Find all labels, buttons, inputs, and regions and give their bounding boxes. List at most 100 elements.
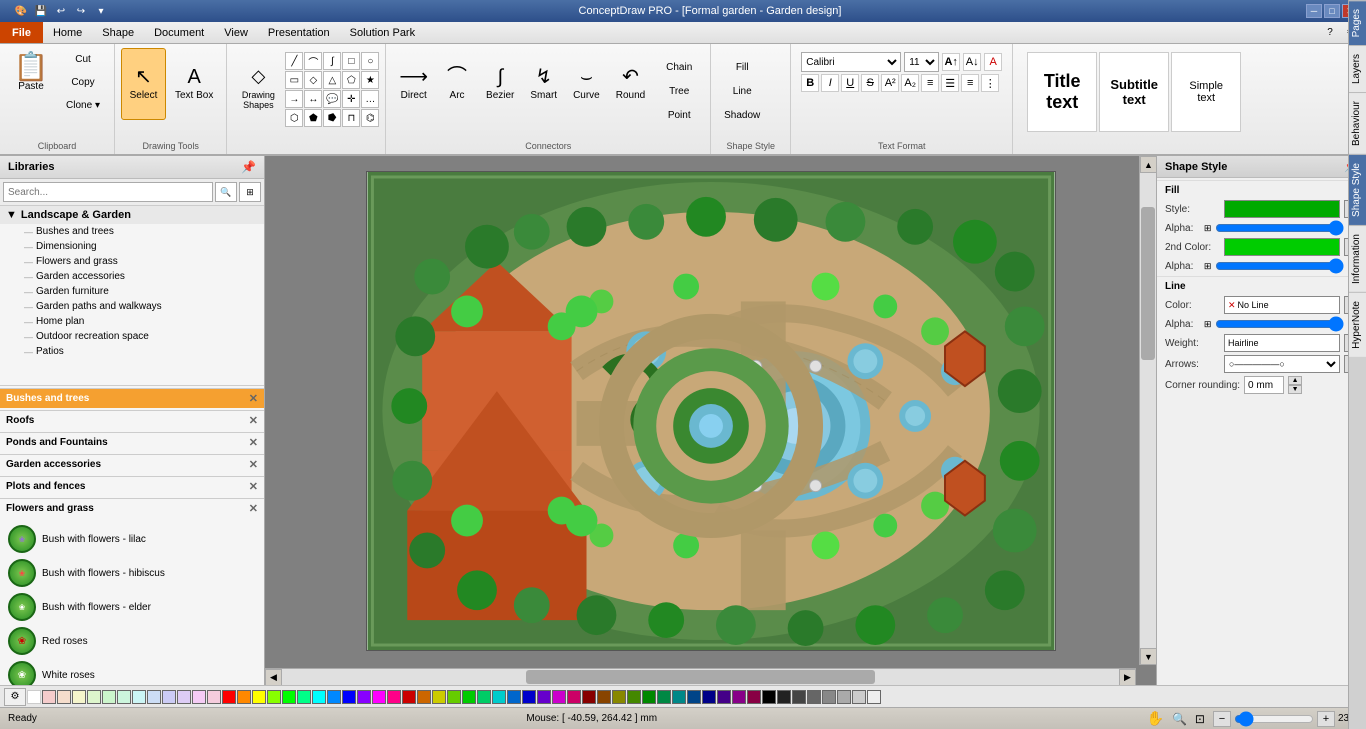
tree-item-8[interactable]: Patios (0, 344, 264, 359)
swatch-9[interactable] (162, 690, 176, 704)
library-search-input[interactable] (3, 182, 213, 202)
paste-button[interactable]: 📋 Paste (6, 48, 56, 120)
second-alpha-slider[interactable] (1215, 261, 1344, 271)
palette-settings-btn[interactable]: ⚙ (4, 688, 26, 706)
font-size-select[interactable]: 11 (904, 52, 939, 72)
bold-btn[interactable]: B (801, 74, 819, 92)
shape-pentagon[interactable]: ⬠ (342, 71, 360, 89)
menu-view[interactable]: View (214, 22, 258, 43)
swatch-0[interactable] (27, 690, 41, 704)
shape-rect[interactable]: □ (342, 52, 360, 70)
menu-home[interactable]: Home (43, 22, 92, 43)
qa-dropdown[interactable]: ▾ (92, 2, 110, 20)
category-close-flowers[interactable]: ✕ (249, 502, 258, 515)
swatch-30[interactable] (477, 690, 491, 704)
corner-spin-down[interactable]: ▼ (1288, 385, 1302, 394)
swatch-17[interactable] (282, 690, 296, 704)
swatch-55[interactable] (852, 690, 866, 704)
list-item-1[interactable]: ❀ Bush with flowers - hibiscus (4, 556, 260, 590)
shape-line[interactable]: ╱ (285, 52, 303, 70)
swatch-10[interactable] (177, 690, 191, 704)
list-item-3[interactable]: ❀ Red roses (4, 624, 260, 658)
swatch-2[interactable] (57, 690, 71, 704)
swatch-52[interactable] (807, 690, 821, 704)
menu-shape[interactable]: Shape (92, 22, 144, 43)
swatch-23[interactable] (372, 690, 386, 704)
swatch-42[interactable] (657, 690, 671, 704)
strikethrough-btn[interactable]: S (861, 74, 879, 92)
align-left-btn[interactable]: ≡ (921, 74, 939, 92)
shape-ellipse[interactable]: ○ (361, 52, 379, 70)
swatch-5[interactable] (102, 690, 116, 704)
shape-arc[interactable]: ⌒ (304, 52, 322, 70)
tree-root[interactable]: ▼ Landscape & Garden (0, 206, 264, 224)
clone-button[interactable]: Clone ▾ (58, 94, 108, 116)
maximize-btn[interactable]: □ (1324, 4, 1340, 18)
swatch-24[interactable] (387, 690, 401, 704)
category-close-garden[interactable]: ✕ (249, 458, 258, 471)
list-item-0[interactable]: ❀ Bush with flowers - lilac (4, 522, 260, 556)
shape-p4[interactable]: ⊓ (342, 109, 360, 127)
menu-presentation[interactable]: Presentation (258, 22, 340, 43)
swatch-25[interactable] (402, 690, 416, 704)
swatch-20[interactable] (327, 690, 341, 704)
menu-solutionpark[interactable]: Solution Park (340, 22, 425, 43)
swatch-46[interactable] (717, 690, 731, 704)
line-color-box[interactable]: ✕ No Line (1224, 296, 1340, 314)
category-close-ponds[interactable]: ✕ (249, 436, 258, 449)
swatch-19[interactable] (312, 690, 326, 704)
swatch-54[interactable] (837, 690, 851, 704)
swatch-38[interactable] (597, 690, 611, 704)
arrows-select[interactable]: ○—————○ (1224, 355, 1340, 373)
tree-item-5[interactable]: Garden paths and walkways (0, 299, 264, 314)
scroll-left-btn[interactable]: ◀ (265, 669, 282, 685)
zoom-fit-btn[interactable]: 🔍 (1172, 712, 1187, 726)
swatch-44[interactable] (687, 690, 701, 704)
swatch-18[interactable] (297, 690, 311, 704)
font-color-btn[interactable]: A (984, 53, 1002, 71)
shrink-font-btn[interactable]: A↓ (963, 53, 981, 71)
hand-tool-btn[interactable]: ✋ (1147, 710, 1164, 727)
shape-dbl-arrow[interactable]: ↔ (304, 90, 322, 108)
swatch-34[interactable] (537, 690, 551, 704)
tree-item-3[interactable]: Garden accessories (0, 269, 264, 284)
arc-button[interactable]: ⌒ Arc (437, 48, 477, 120)
align-center-btn[interactable]: ☰ (941, 74, 959, 92)
side-tab-hypernote[interactable]: HyperNote (1349, 292, 1366, 357)
swatch-26[interactable] (417, 690, 431, 704)
swatch-50[interactable] (777, 690, 791, 704)
minimize-btn[interactable]: ─ (1306, 4, 1322, 18)
chain-button[interactable]: Chain (654, 56, 704, 78)
grow-font-btn[interactable]: A↑ (942, 53, 960, 71)
swatch-29[interactable] (462, 690, 476, 704)
diagram-canvas[interactable] (366, 171, 1056, 651)
swatch-1[interactable] (42, 690, 56, 704)
shape-rounded[interactable]: ▭ (285, 71, 303, 89)
tree-item-0[interactable]: Bushes and trees (0, 224, 264, 239)
swatch-33[interactable] (522, 690, 536, 704)
shape-callout[interactable]: 💬 (323, 90, 341, 108)
swatch-14[interactable] (237, 690, 251, 704)
list-item-4[interactable]: ❀ White roses (4, 658, 260, 685)
cut-button[interactable]: Cut (58, 48, 108, 70)
italic-btn[interactable]: I (821, 74, 839, 92)
swatch-39[interactable] (612, 690, 626, 704)
swatch-27[interactable] (432, 690, 446, 704)
tree-item-7[interactable]: Outdoor recreation space (0, 329, 264, 344)
zoom-out-btn[interactable]: − (1213, 711, 1231, 727)
swatch-7[interactable] (132, 690, 146, 704)
vertical-scrollbar[interactable]: ▲ ▼ (1139, 156, 1156, 665)
swatch-48[interactable] (747, 690, 761, 704)
menu-document[interactable]: Document (144, 22, 214, 43)
smart-button[interactable]: ↯ Smart (523, 48, 564, 120)
canvas-area[interactable]: ▲ ▼ ◀ ▶ (265, 156, 1156, 685)
fill-color-box[interactable] (1224, 200, 1340, 218)
swatch-40[interactable] (627, 690, 641, 704)
shape-cross[interactable]: ✛ (342, 90, 360, 108)
subscript-btn[interactable]: A₂ (901, 74, 919, 92)
curve-button[interactable]: ⌣ Curve (566, 48, 607, 120)
swatch-4[interactable] (87, 690, 101, 704)
swatch-37[interactable] (582, 690, 596, 704)
swatch-16[interactable] (267, 690, 281, 704)
tree-button[interactable]: Tree (654, 80, 704, 102)
